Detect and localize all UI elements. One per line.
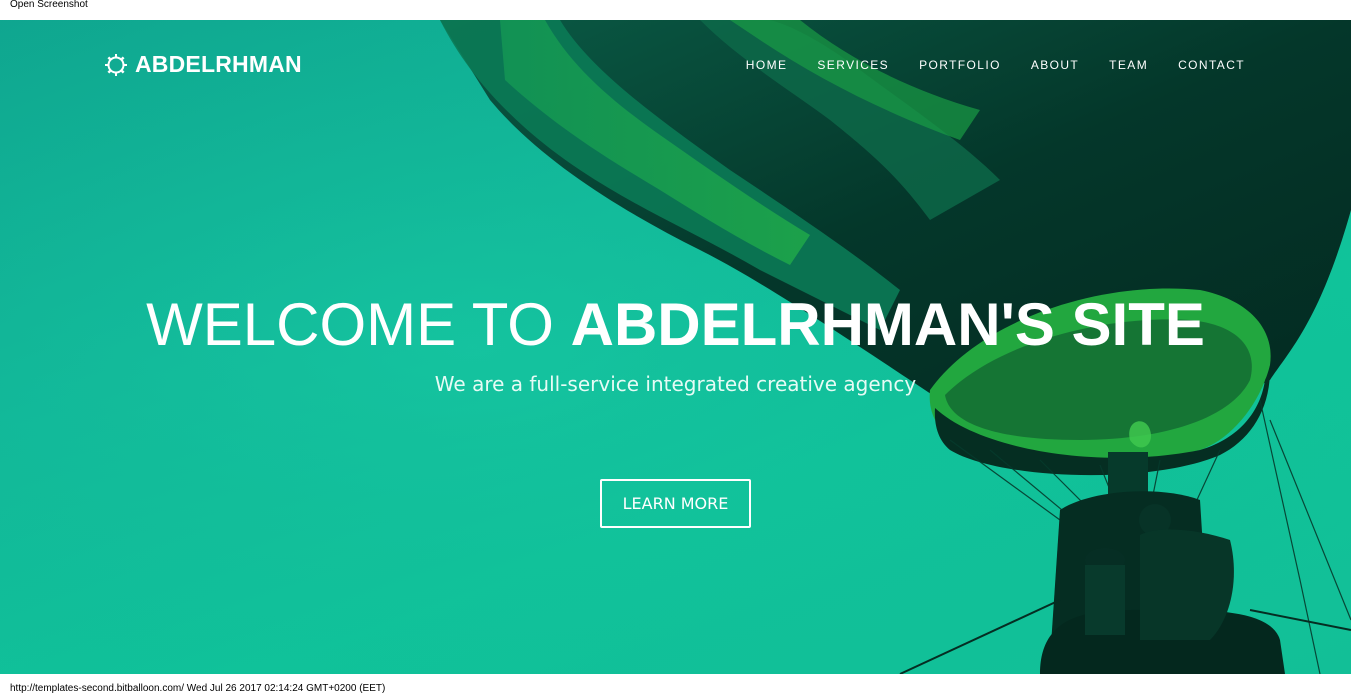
nav-item-portfolio[interactable]: PORTFOLIO	[919, 58, 1001, 72]
hero-section: ABDELRHMAN HOME SERVICES PORTFOLIO ABOUT…	[0, 20, 1351, 674]
nav-item-team[interactable]: TEAM	[1109, 58, 1148, 72]
top-navigation: ABDELRHMAN HOME SERVICES PORTFOLIO ABOUT…	[0, 20, 1351, 110]
learn-more-button[interactable]: LEARN MORE	[600, 479, 751, 528]
hero-headline-bold: ABDELRHMAN'S SITE	[570, 291, 1205, 358]
hero-headline-light: WELCOME TO	[146, 291, 571, 358]
hero-headline: WELCOME TO ABDELRHMAN'S SITE	[0, 290, 1351, 360]
nav-item-services[interactable]: SERVICES	[817, 58, 889, 72]
brand-logo[interactable]: ABDELRHMAN	[104, 51, 302, 78]
hero-subheadline: We are a full-service integrated creativ…	[434, 372, 917, 396]
nav-item-contact[interactable]: CONTACT	[1178, 58, 1245, 72]
nav-item-about[interactable]: ABOUT	[1031, 58, 1079, 72]
brand-name: ABDELRHMAN	[135, 51, 302, 77]
nav-item-home[interactable]: HOME	[746, 58, 788, 72]
nav-menu: HOME SERVICES PORTFOLIO ABOUT TEAM CONTA…	[716, 58, 1245, 72]
screenshot-caption-top: Open Screenshot	[10, 0, 88, 10]
gear-icon	[104, 53, 128, 77]
screenshot-caption-bottom: http://templates-second.bitballoon.com/ …	[10, 683, 386, 694]
